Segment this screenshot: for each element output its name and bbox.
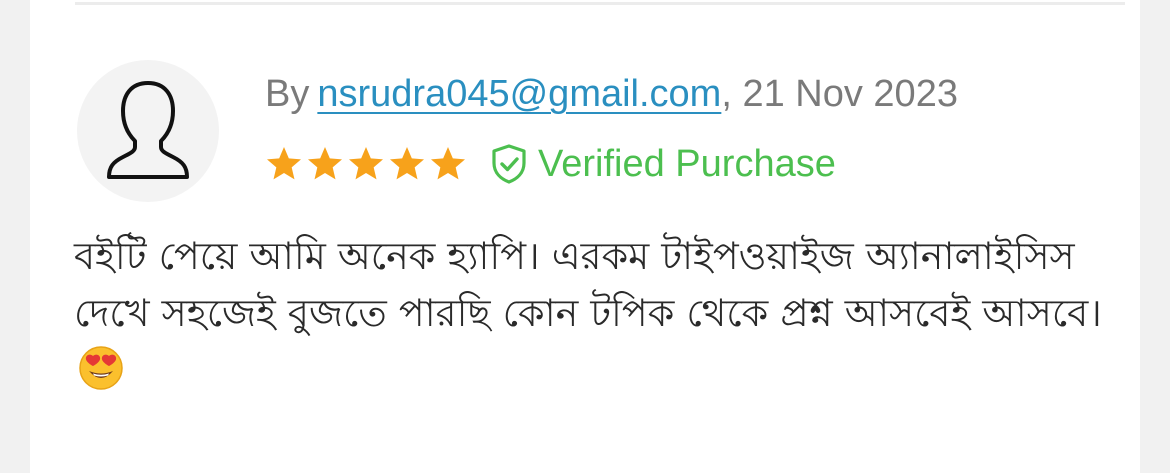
review-meta: By nsrudra045@gmail.com, 21 Nov 2023 — [265, 68, 958, 120]
review-card: By nsrudra045@gmail.com, 21 Nov 2023 Veri… — [30, 0, 1140, 473]
user-silhouette-icon — [107, 81, 189, 179]
star-icon — [349, 147, 383, 180]
rating-row: Verified Purchase — [264, 138, 836, 190]
avatar — [77, 60, 219, 202]
divider — [75, 2, 1125, 5]
star-icon — [431, 147, 465, 180]
by-label: By — [265, 73, 310, 115]
review-text: বইটি পেয়ে আমি অনেক হ্যাপি। এরকম টাইপওয়… — [74, 234, 1102, 335]
review-date: 21 Nov 2023 — [742, 73, 958, 115]
date-separator: , — [721, 73, 743, 115]
star-icon — [308, 147, 342, 180]
review-body: বইটি পেয়ে আমি অনেক হ্যাপি। এরকম টাইপওয়… — [74, 228, 1114, 399]
verified-label: Verified Purchase — [538, 142, 836, 185]
shield-check-icon — [492, 144, 526, 184]
verified-purchase-badge: Verified Purchase — [490, 143, 836, 186]
author-link[interactable]: nsrudra045@gmail.com — [317, 73, 721, 115]
star-icon — [267, 147, 301, 180]
heart-eyes-emoji — [79, 346, 123, 390]
star-rating — [264, 144, 468, 184]
star-icon — [390, 147, 424, 180]
